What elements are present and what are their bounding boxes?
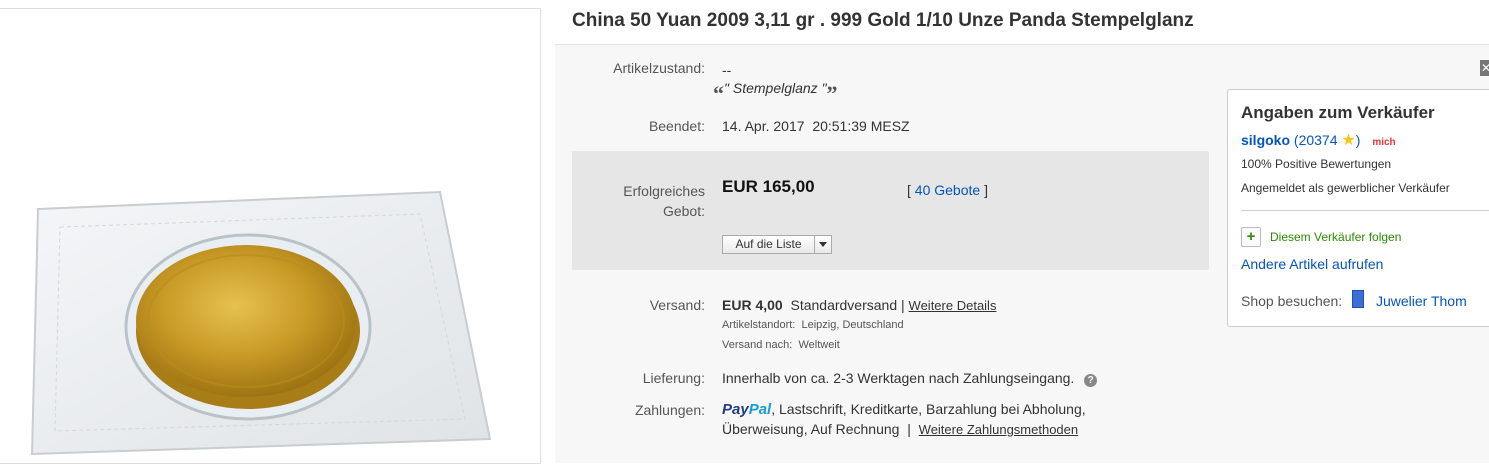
payments-label: Zahlungen: bbox=[634, 402, 705, 418]
plus-icon: + bbox=[1241, 227, 1261, 247]
seller-name-link[interactable]: silgoko bbox=[1241, 132, 1290, 148]
delivery-text: Innerhalb von ca. 2-3 Werktagen nach Zah… bbox=[722, 370, 1075, 386]
paypal-logo-part1: Pay bbox=[722, 401, 749, 418]
add-to-watchlist-button[interactable]: Auf die Liste bbox=[722, 235, 832, 254]
bid-price: EUR 165,00 bbox=[722, 177, 815, 196]
condition-label: Artikelzustand: bbox=[613, 60, 705, 76]
bid-box: Erfolgreiches Gebot: EUR 165,00 [ 40 Geb… bbox=[572, 151, 1209, 270]
help-icon[interactable]: ? bbox=[1084, 374, 1098, 387]
quote-open: “ bbox=[713, 81, 724, 106]
ships-to-label: Versand nach: bbox=[722, 339, 793, 351]
ships-to-value: Weltweit bbox=[798, 339, 840, 351]
more-payment-methods-link[interactable]: Weitere Zahlungsmethoden bbox=[919, 422, 1078, 437]
seller-line: silgoko (20374 ★) mich bbox=[1241, 130, 1396, 150]
payment-methods-2: Überweisung, Auf Rechnung bbox=[722, 421, 900, 437]
location-label: Artikelstandort: bbox=[722, 319, 796, 331]
product-image-panel[interactable] bbox=[0, 8, 541, 464]
bid-count: [ 40 Gebote ] bbox=[907, 182, 988, 198]
delivery-value: Innerhalb von ca. 2-3 Werktagen nach Zah… bbox=[722, 370, 1098, 387]
registered-business: Angemeldet als gewerblicher Verkäufer bbox=[1241, 181, 1450, 195]
divider bbox=[1241, 210, 1489, 211]
payment-methods: , Lastschrift, Kreditkarte, Barzahlung b… bbox=[771, 401, 1086, 417]
me-badge[interactable]: mich bbox=[1372, 137, 1395, 148]
condition-note: “" Stempelglanz "” bbox=[713, 80, 838, 107]
bid-label-line2: Gebot: bbox=[662, 203, 705, 219]
ended-date: 14. Apr. 2017 bbox=[722, 118, 805, 134]
close-icon[interactable]: ✕ bbox=[1480, 60, 1489, 76]
shipping-method: Standardversand bbox=[790, 297, 898, 313]
seller-heading: Angaben zum Verkäufer bbox=[1241, 103, 1435, 122]
shop-line: Shop besuchen: Juwelier Thom bbox=[1241, 290, 1467, 309]
ships-to: Versand nach: Weltweit bbox=[722, 339, 840, 351]
item-location: Artikelstandort: Leipzig, Deutschland bbox=[722, 319, 904, 331]
shop-label: Shop besuchen: bbox=[1241, 293, 1343, 309]
shipping-separator: | bbox=[901, 297, 905, 313]
quote-close: ” bbox=[826, 81, 838, 106]
bid-label-line1: Erfolgreiches bbox=[623, 183, 705, 199]
bids-link[interactable]: 40 Gebote bbox=[915, 182, 980, 198]
seller-info-box: Angaben zum Verkäufer silgoko (20374 ★) … bbox=[1227, 89, 1489, 327]
product-image[interactable] bbox=[0, 9, 540, 463]
feedback-score-link[interactable]: 20374 bbox=[1299, 132, 1338, 148]
shipping-price: EUR 4,00 bbox=[722, 297, 783, 313]
condition-note-text: " Stempelglanz " bbox=[724, 80, 827, 96]
location-value: Leipzig, Deutschland bbox=[801, 319, 904, 331]
paypal-logo-part2: Pal bbox=[748, 401, 772, 418]
bracket-open: [ bbox=[907, 182, 911, 198]
payments-separator: | bbox=[907, 421, 911, 437]
shipping-line: EUR 4,00 Standardversand | Weitere Detai… bbox=[722, 297, 996, 313]
shipping-details-link[interactable]: Weitere Details bbox=[909, 298, 997, 313]
condition-value: -- bbox=[722, 62, 732, 78]
payments-line2: Überweisung, Auf Rechnung | Weitere Zahl… bbox=[722, 421, 1078, 437]
shipping-label: Versand: bbox=[649, 297, 705, 313]
delivery-label: Lieferung: bbox=[642, 370, 705, 386]
bracket-close: ] bbox=[984, 182, 988, 198]
chevron-down-icon bbox=[819, 242, 827, 247]
ended-value: 14. Apr. 2017 20:51:39 MESZ bbox=[722, 118, 910, 134]
store-icon bbox=[1352, 290, 1365, 308]
follow-seller[interactable]: + Diesem Verkäufer folgen bbox=[1241, 227, 1401, 247]
watchlist-dropdown[interactable] bbox=[814, 236, 831, 253]
other-items-link[interactable]: Andere Artikel aufrufen bbox=[1241, 256, 1383, 272]
bid-label: Erfolgreiches Gebot: bbox=[555, 181, 705, 221]
watchlist-button-label[interactable]: Auf die Liste bbox=[723, 236, 814, 253]
ended-time: 20:51:39 MESZ bbox=[812, 118, 910, 134]
feedback-close: ) bbox=[1355, 132, 1361, 148]
star-icon: ★ bbox=[1341, 132, 1356, 149]
follow-seller-label[interactable]: Diesem Verkäufer folgen bbox=[1270, 230, 1401, 244]
ended-label: Beendet: bbox=[648, 118, 705, 134]
shop-link[interactable]: Juwelier Thom bbox=[1376, 293, 1467, 309]
paypal-logo: PayPal bbox=[722, 401, 772, 418]
payments-line1: PayPal, Lastschrift, Kreditkarte, Barzah… bbox=[722, 401, 1086, 418]
positive-feedback: 100% Positive Bewertungen bbox=[1241, 157, 1392, 171]
item-title: China 50 Yuan 2009 3,11 gr . 999 Gold 1/… bbox=[572, 10, 1194, 31]
